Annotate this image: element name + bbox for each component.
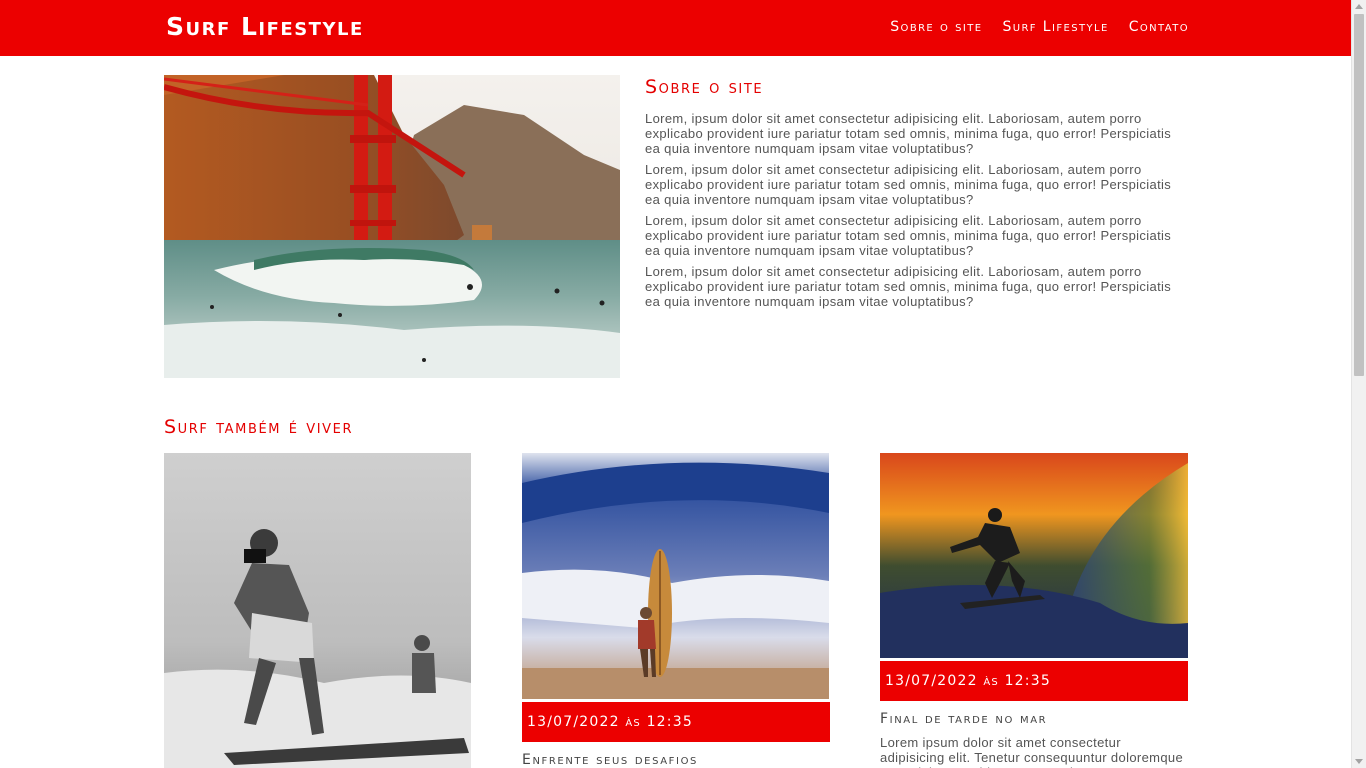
section-title: Surf também é viver	[164, 416, 354, 438]
nav-link-contato[interactable]: Contato	[1129, 19, 1189, 35]
about-title: Sobre o site	[645, 76, 764, 98]
card-image-sunset-surfer	[880, 453, 1188, 658]
scroll-thumb[interactable]	[1354, 14, 1364, 376]
card-date: 13/07/2022 às 12:35	[522, 702, 830, 742]
card-title[interactable]: Enfrente seus desafios	[522, 752, 830, 768]
vertical-scrollbar[interactable]	[1351, 0, 1366, 768]
card-title[interactable]: Final de tarde no mar	[880, 711, 1188, 727]
nav-link-surf-lifestyle[interactable]: Surf Lifestyle	[1002, 19, 1108, 35]
article-card[interactable]	[164, 453, 472, 768]
main-nav: Sobre o site Surf Lifestyle Contato	[890, 19, 1189, 35]
scroll-down-arrow-icon[interactable]	[1355, 759, 1363, 764]
card-image-wave-surfboard	[522, 453, 830, 699]
about-paragraph: Lorem, ipsum dolor sit amet consectetur …	[645, 264, 1172, 309]
about-section: Sobre o site Lorem, ipsum dolor sit amet…	[645, 75, 1190, 315]
nav-link-sobre[interactable]: Sobre o site	[890, 19, 982, 35]
card-excerpt: Lorem ipsum dolor sit amet consectetur a…	[880, 735, 1184, 768]
about-paragraph: Lorem, ipsum dolor sit amet consectetur …	[645, 111, 1172, 156]
article-card[interactable]: 13/07/2022 às 12:35 Final de tarde no ma…	[880, 453, 1188, 768]
about-paragraph: Lorem, ipsum dolor sit amet consectetur …	[645, 162, 1172, 207]
site-brand[interactable]: Surf Lifestyle	[166, 12, 364, 41]
scroll-up-arrow-icon[interactable]	[1355, 4, 1363, 9]
card-date: 13/07/2022 às 12:35	[880, 661, 1188, 701]
about-paragraph: Lorem, ipsum dolor sit amet consectetur …	[645, 213, 1172, 258]
hero-image	[164, 75, 620, 378]
card-image-photographer	[164, 453, 472, 768]
top-navbar: Surf Lifestyle Sobre o site Surf Lifesty…	[0, 0, 1351, 56]
article-card[interactable]: 13/07/2022 às 12:35 Enfrente seus desafi…	[522, 453, 830, 768]
